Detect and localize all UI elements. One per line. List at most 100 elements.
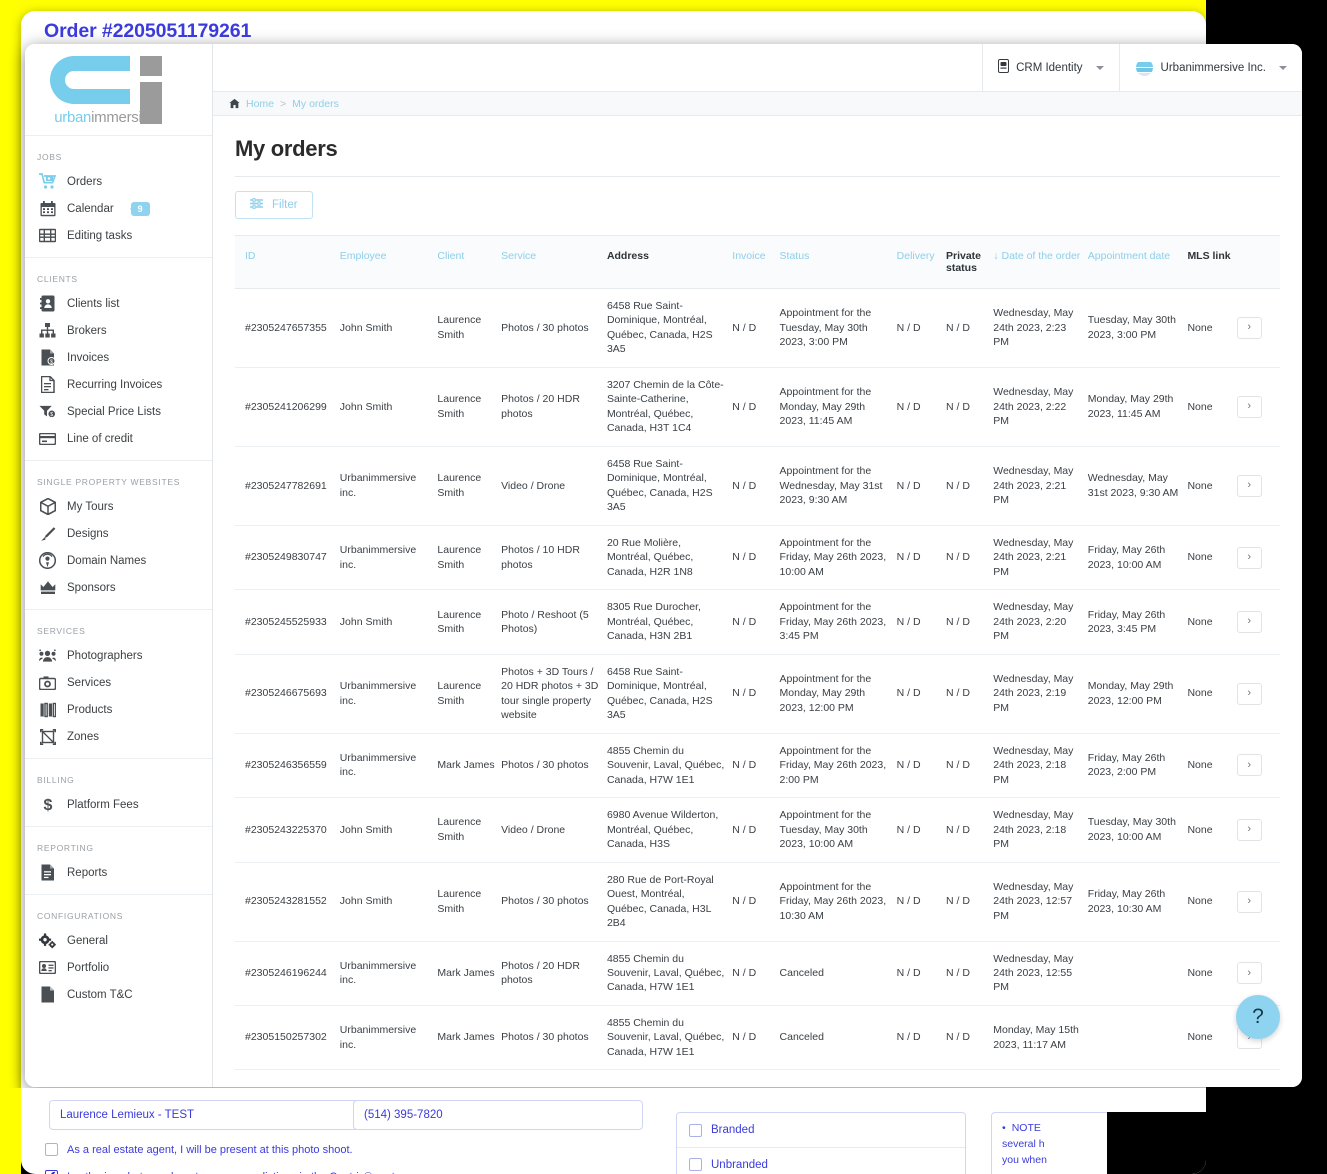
centris-authorize-checkbox-row[interactable]: ✔ I authorize photographers to access my… <box>45 1170 410 1174</box>
column-header-service[interactable]: Service <box>501 235 607 289</box>
contact-phone-field[interactable]: (514) 395-7820 <box>353 1100 643 1130</box>
row-details-button[interactable]: › <box>1236 395 1262 418</box>
column-header-invoice[interactable]: Invoice <box>732 235 780 289</box>
breadcrumb-home[interactable]: Home <box>246 98 274 110</box>
sidebar-group: CONFIGURATIONS General Portfolio Custom T&C <box>25 895 212 1016</box>
table-row[interactable]: #2305243225370 John Smith Laurence Smith Vi… <box>235 797 1280 863</box>
cell-appointment: Tuesday, May 30th 2023, 10:00 AM <box>1087 797 1188 863</box>
sidebar-item-calendar[interactable]: Calendar 9 <box>25 195 212 222</box>
table-row[interactable]: #2305249830747 Urbanimmersive inc. Laurenc… <box>235 525 1280 591</box>
sidebar-item-special-price-lists[interactable]: $ Special Price Lists <box>25 398 212 425</box>
brand-logo[interactable]: urbanimmersive <box>25 44 212 136</box>
table-row[interactable]: #2305245525933 John Smith Laurence Smith Ph… <box>235 589 1280 655</box>
column-header-date-of-the-order[interactable]: ↓ Date of the order <box>993 235 1088 289</box>
sidebar-item-zones[interactable]: Zones <box>25 723 212 750</box>
help-button[interactable]: ? <box>1236 995 1280 1039</box>
column-header-label: Status <box>779 250 810 262</box>
contact-book-icon <box>39 295 56 312</box>
cell-employee: Urbanimmersive inc. <box>339 941 438 1006</box>
table-row[interactable]: #2305246356559 Urbanimmersive inc. Mark Ja… <box>235 733 1280 799</box>
table-row[interactable]: #2305243281552 John Smith Laurence Smith Ph… <box>235 862 1280 942</box>
row-details-button[interactable]: › <box>1236 754 1262 777</box>
sidebar-item-portfolio[interactable]: Portfolio <box>25 954 212 981</box>
column-header-label: ID <box>245 250 256 262</box>
column-header-id[interactable]: ID <box>235 235 340 289</box>
row-details-button[interactable]: › <box>1236 890 1262 913</box>
agent-present-checkbox-row[interactable]: As a real estate agent, I will be presen… <box>45 1143 353 1156</box>
sidebar-item-designs[interactable]: Designs <box>25 520 212 547</box>
sidebar-item-photographers[interactable]: Photographers <box>25 642 212 669</box>
agent-present-checkbox[interactable] <box>45 1143 58 1156</box>
sidebar-item-recurring-invoices[interactable]: Recurring Invoices <box>25 371 212 398</box>
sidebar-item-sponsors[interactable]: Sponsors <box>25 574 212 601</box>
column-header-appointment-date[interactable]: Appointment date <box>1087 235 1188 289</box>
crm-identity-menu[interactable]: CRM Identity <box>982 44 1118 91</box>
contact-name-field[interactable]: Laurence Lemieux - TEST <box>49 1100 361 1130</box>
cell-delivery: N / D <box>896 862 946 942</box>
row-details-button[interactable]: › <box>1236 682 1262 705</box>
sidebar-item-brokers[interactable]: Brokers <box>25 317 212 344</box>
agent-present-label: As a real estate agent, I will be presen… <box>67 1143 353 1156</box>
unbranded-checkbox[interactable] <box>689 1158 702 1171</box>
sidebar-item-editing-tasks[interactable]: Editing tasks <box>25 222 212 249</box>
cell-client: Laurence Smith <box>437 589 502 655</box>
sidebar-item-my-tours[interactable]: My Tours <box>25 493 212 520</box>
logo-text-immersive: immersive <box>91 108 157 126</box>
sidebar-item-invoices[interactable]: $ Invoices <box>25 344 212 371</box>
cell-private-status: N / D <box>945 654 994 734</box>
column-header-private-status[interactable]: Private status <box>945 235 994 289</box>
sidebar-item-services[interactable]: Services <box>25 669 212 696</box>
row-details-button[interactable]: › <box>1236 818 1262 841</box>
cell-mls: None <box>1187 941 1237 1006</box>
column-header-client[interactable]: Client <box>437 235 502 289</box>
sidebar-item-general[interactable]: General <box>25 927 212 954</box>
cell-address: 6458 Rue Saint-Dominique, Montréal, Québ… <box>606 288 733 368</box>
table-row[interactable]: #2305241206299 John Smith Laurence Smith Ph… <box>235 367 1280 447</box>
branded-option-row[interactable]: Branded <box>677 1113 965 1147</box>
filter-button[interactable]: Filter <box>235 191 313 219</box>
row-details-button[interactable]: › <box>1236 610 1262 633</box>
table-row[interactable]: #2305150257302 Urbanimmersive inc. Mark Ja… <box>235 1005 1280 1071</box>
column-header-mls-link[interactable]: MLS link <box>1187 235 1237 289</box>
sidebar-item-domain-names[interactable]: Domain Names <box>25 547 212 574</box>
branded-checkbox[interactable] <box>689 1123 702 1137</box>
sidebar-item-clients-list[interactable]: Clients list <box>25 290 212 317</box>
table-row[interactable]: #2305247657355 John Smith Laurence Smith Ph… <box>235 288 1280 368</box>
sidebar-item-label: Products <box>67 703 113 716</box>
sidebar-item-reports[interactable]: Reports <box>25 859 212 886</box>
cell-address: 280 Rue de Port-Royal Ouest, Montréal, Q… <box>606 862 733 942</box>
column-header-status[interactable]: Status <box>779 235 897 289</box>
row-details-button[interactable]: › <box>1236 962 1262 985</box>
cell-actions: › <box>1236 525 1280 591</box>
sidebar-item-line-of-credit[interactable]: Line of credit <box>25 425 212 452</box>
table-row[interactable]: #2305246675693 Urbanimmersive inc. Laurenc… <box>235 654 1280 734</box>
table-row[interactable]: #2305246196244 Urbanimmersive inc. Mark Ja… <box>235 941 1280 1006</box>
sidebar-item-orders[interactable]: Orders <box>25 168 212 195</box>
sidebar-item-platform-fees[interactable]: $ Platform Fees <box>25 791 212 818</box>
home-icon[interactable] <box>229 98 240 109</box>
cell-client: Laurence Smith <box>437 525 502 591</box>
sidebar-item-products[interactable]: Products <box>25 696 212 723</box>
column-header-address[interactable]: Address <box>606 235 733 289</box>
cell-id: #2305243281552 <box>235 862 340 942</box>
cell-status: Appointment for the Tuesday, May 30th 20… <box>779 797 897 863</box>
cell-actions: › <box>1236 797 1280 863</box>
cell-invoice: N / D <box>732 941 780 1006</box>
cell-delivery: N / D <box>896 288 946 368</box>
logo-text-urban: urban <box>54 108 92 126</box>
row-details-button[interactable]: › <box>1236 316 1262 339</box>
cell-employee: John Smith <box>339 862 438 942</box>
account-menu[interactable]: Urbanimmersive Inc. <box>1118 44 1302 91</box>
table-row[interactable]: #2305247782691 Urbanimmersive inc. Laurenc… <box>235 446 1280 526</box>
cell-invoice: N / D <box>732 797 780 863</box>
column-header-delivery[interactable]: Delivery <box>896 235 946 289</box>
unbranded-option-row[interactable]: Unbranded <box>677 1147 965 1174</box>
cell-appointment: Friday, May 26th 2023, 10:00 AM <box>1087 525 1188 591</box>
column-header-employee[interactable]: Employee <box>339 235 438 289</box>
centris-authorize-checkbox[interactable]: ✔ <box>45 1170 58 1174</box>
row-details-button[interactable]: › <box>1236 474 1262 497</box>
sidebar-item-custom-t-c[interactable]: Custom T&C <box>25 981 212 1008</box>
row-details-button[interactable]: › <box>1236 546 1262 569</box>
cell-client: Laurence Smith <box>437 654 502 734</box>
bottom-form-strip: Laurence Lemieux - TEST (514) 395-7820 A… <box>0 1088 1327 1174</box>
